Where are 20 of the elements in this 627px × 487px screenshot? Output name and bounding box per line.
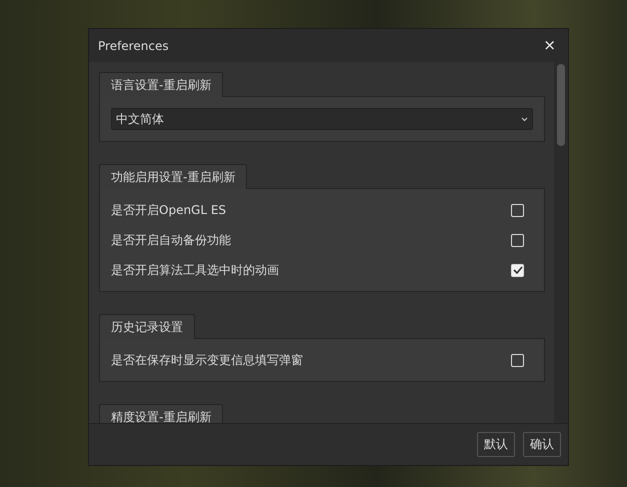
section-title: 语言设置-重启刷新 (99, 72, 224, 97)
option-label: 是否开启算法工具选中时的动画 (111, 262, 279, 278)
section-title: 功能启用设置-重启刷新 (99, 164, 248, 189)
checkbox[interactable] (511, 234, 524, 246)
section-title: 历史记录设置 (99, 314, 195, 339)
section-title: 精度设置-重启刷新 (99, 404, 224, 423)
scrollbar-thumb[interactable] (557, 64, 565, 146)
checkbox[interactable] (511, 354, 524, 366)
dialog-button[interactable]: 默认 (477, 432, 515, 457)
option-label: 是否在保存时显示变更信息填写弹窗 (111, 352, 303, 368)
close-button[interactable]: × (541, 38, 558, 53)
language-dropdown[interactable]: 中文简体 (111, 108, 533, 130)
checkbox[interactable] (511, 204, 524, 216)
option-label: 是否开启OpenGL ES (111, 202, 226, 218)
dialog-button[interactable]: 确认 (523, 432, 561, 457)
scrollbar[interactable] (554, 62, 568, 423)
checkbox[interactable] (511, 264, 524, 276)
window-title: Preferences (98, 38, 169, 52)
chevron-down-icon (521, 116, 528, 122)
option-label: 是否开启自动备份功能 (111, 232, 231, 248)
